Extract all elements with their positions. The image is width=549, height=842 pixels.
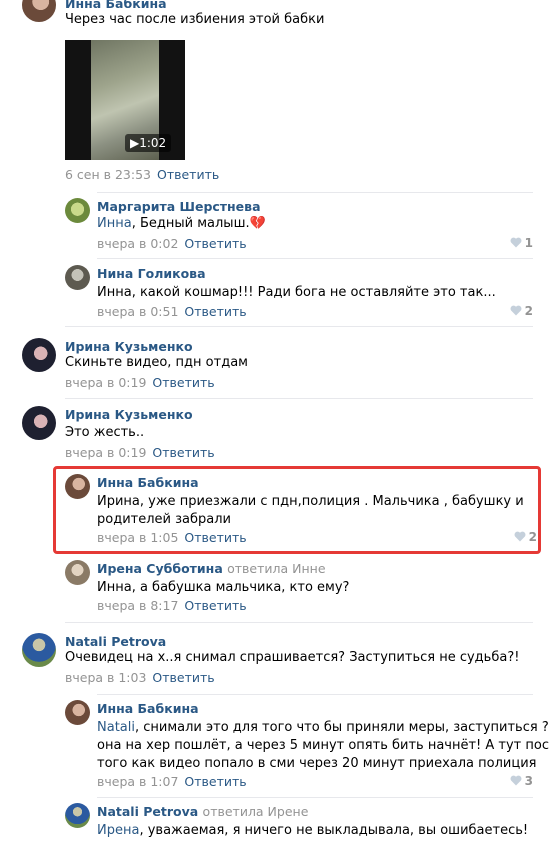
comment-date: вчера в 1:03: [65, 670, 147, 685]
comment-text: Очевидец на х..я снимал спрашивается? За…: [65, 650, 520, 665]
like-button[interactable]: 1: [510, 236, 533, 250]
comment-text-line: родителей забрали: [97, 512, 231, 527]
comment-date: 6 сен в 23:53: [65, 167, 151, 182]
heart-icon: [510, 305, 522, 316]
reply-button[interactable]: Ответить: [184, 304, 246, 319]
comment-meta: вчера в 0:51 Ответить: [97, 304, 247, 319]
reply-button[interactable]: Ответить: [184, 774, 246, 789]
comment-meta: вчера в 8:17 Ответить: [97, 598, 247, 613]
reply-button[interactable]: Ответить: [184, 598, 246, 613]
avatar[interactable]: [65, 560, 90, 585]
play-icon: ▶: [130, 136, 140, 150]
comment-date: вчера в 0:51: [97, 304, 179, 319]
comment-date: вчера в 0:02: [97, 236, 179, 251]
comment-author[interactable]: Natali Petrova: [65, 634, 166, 649]
reply-button[interactable]: Ответить: [152, 670, 214, 685]
comment-text: Это жесть..: [65, 425, 145, 440]
like-button[interactable]: 2: [510, 304, 533, 318]
replied-to-label: ответила Инне: [227, 561, 326, 576]
divider: [65, 622, 533, 623]
avatar[interactable]: [22, 338, 56, 372]
like-button[interactable]: 2: [514, 530, 537, 544]
comment-author[interactable]: Инна Бабкина: [97, 475, 199, 490]
comment-text-line: того как видео попало в сми через 20 мин…: [97, 756, 537, 771]
avatar[interactable]: [65, 265, 90, 290]
avatar[interactable]: [22, 406, 56, 440]
comment-text: Через час после избиения этой бабки: [65, 12, 325, 27]
comment-date: вчера в 1:07: [97, 774, 179, 789]
comment-author[interactable]: Инна Бабкина: [97, 701, 199, 716]
divider: [65, 326, 533, 327]
comment-meta: вчера в 1:03 Ответить: [65, 670, 215, 685]
broken-heart-icon: 💔: [249, 216, 266, 231]
like-count: 2: [528, 530, 537, 544]
comment-meta: 6 сен в 23:53 Ответить: [65, 167, 219, 182]
comment-date: вчера в 0:19: [65, 375, 147, 390]
heart-icon: [510, 775, 522, 786]
comment-author[interactable]: Ирина Кузьменко: [65, 339, 193, 354]
comment-meta: вчера в 0:19 Ответить: [65, 445, 215, 460]
comment-text-line: Natali, снимали это для того что бы прин…: [97, 720, 549, 735]
avatar[interactable]: [65, 700, 90, 725]
avatar[interactable]: [22, 633, 56, 667]
divider: [97, 258, 533, 259]
comment-meta: вчера в 1:05 Ответить: [97, 530, 247, 545]
divider: [97, 192, 533, 193]
comment-text-line: она на хер пошлёт, а через 5 минут опять…: [97, 738, 549, 753]
comment-author[interactable]: Ирина Кузьменко: [65, 407, 193, 422]
comment-author[interactable]: Ирена Субботина ответила Инне: [97, 561, 326, 576]
comment-meta: вчера в 1:07 Ответить: [97, 774, 247, 789]
avatar[interactable]: [65, 474, 90, 499]
mention-link[interactable]: Natali: [97, 720, 135, 735]
comment-author[interactable]: Natali Petrova ответила Ирене: [97, 804, 308, 819]
comment-date: вчера в 8:17: [97, 598, 179, 613]
replied-to-label: ответила Ирене: [202, 804, 309, 819]
reply-button[interactable]: Ответить: [157, 167, 219, 182]
divider: [97, 797, 533, 798]
avatar[interactable]: [22, 0, 56, 22]
comment-date: вчера в 0:19: [65, 445, 147, 460]
like-count: 3: [524, 774, 533, 788]
comment-text: Скиньте видео, пдн отдам: [65, 355, 248, 370]
video-duration: ▶1:02: [125, 134, 172, 152]
avatar[interactable]: [65, 198, 90, 223]
comment-text: Инна, какой кошмар!!! Ради бога не остав…: [97, 285, 496, 300]
comment-meta: вчера в 0:19 Ответить: [65, 375, 215, 390]
mention-link[interactable]: Инна: [97, 216, 132, 231]
avatar[interactable]: [65, 803, 90, 828]
comment-text-line: Ирина, уже приезжали с пдн,полиция . Мал…: [97, 494, 524, 509]
reply-button[interactable]: Ответить: [184, 530, 246, 545]
comment-date: вчера в 1:05: [97, 530, 179, 545]
comment-text: Ирена, уважаемая, я ничего не выкладывал…: [97, 823, 529, 838]
heart-icon: [514, 531, 526, 542]
heart-icon: [510, 237, 522, 248]
like-count: 2: [524, 304, 533, 318]
like-button[interactable]: 3: [510, 774, 533, 788]
reply-button[interactable]: Ответить: [152, 375, 214, 390]
comment-text: Инна, Бедный малыш.💔: [97, 216, 266, 231]
comment-meta: вчера в 0:02 Ответить: [97, 236, 247, 251]
divider: [97, 694, 533, 695]
reply-button[interactable]: Ответить: [184, 236, 246, 251]
comment-author[interactable]: Нина Голикова: [97, 266, 206, 281]
reply-button[interactable]: Ответить: [152, 445, 214, 460]
divider: [65, 398, 533, 399]
like-count: 1: [524, 236, 533, 250]
video-thumbnail[interactable]: ▶1:02: [65, 40, 185, 160]
comment-text: Инна, а бабушка мальчика, кто ему?: [97, 580, 350, 595]
mention-link[interactable]: Ирена: [97, 823, 139, 838]
comment-author[interactable]: Маргарита Шерстнева: [97, 199, 261, 214]
